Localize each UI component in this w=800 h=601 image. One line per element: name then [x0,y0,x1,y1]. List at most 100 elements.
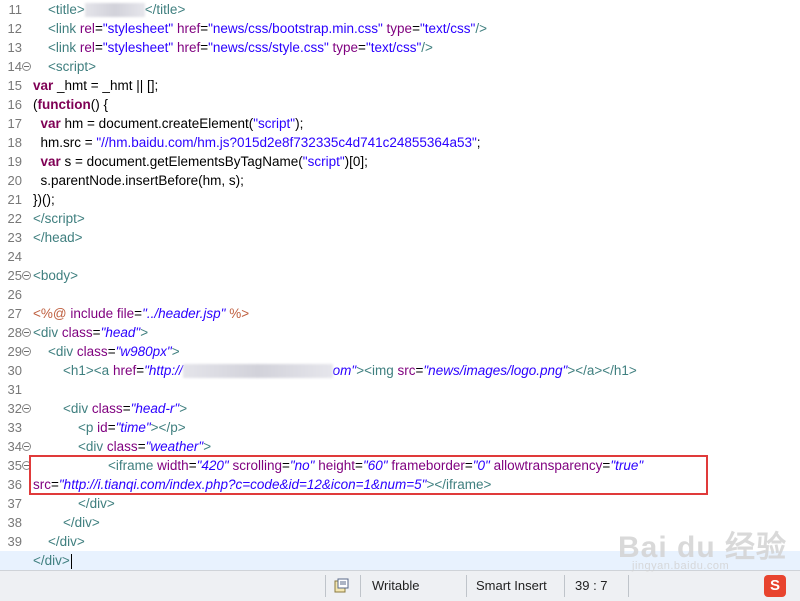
code-line[interactable]: 35 <iframe width="420" scrolling="no" he… [0,456,800,475]
code-text: <link rel="stylesheet" href="news/css/st… [48,40,433,55]
line-number: 33 [7,420,22,435]
code-line[interactable]: 34 <div class="weather"> [0,437,800,456]
code-line[interactable]: 32 <div class="head-r"> [0,399,800,418]
code-line[interactable]: 11 <title> </title> [0,0,800,19]
status-separator [564,575,565,597]
code-text: </head> [33,230,83,245]
code-text: <title> </title> [48,2,186,18]
code-text: var hm = document.createElement("script"… [40,116,304,131]
fold-toggle-icon[interactable] [22,442,31,451]
code-text: <div class="w980px"> [48,344,180,359]
line-number: 18 [7,135,22,150]
code-text: })(); [33,192,55,207]
line-number: 32 [7,401,22,416]
code-text: </div> [63,515,100,530]
file-status-icon [334,578,349,593]
code-text: </div> [48,534,85,549]
writable-status: Writable [372,578,420,593]
fold-toggle-icon[interactable] [22,271,31,280]
code-line[interactable]: 18 hm.src = "//hm.baidu.com/hm.js?015d2e… [0,133,800,152]
code-line[interactable]: 19 var s = document.getElementsByTagName… [0,152,800,171]
status-separator [325,575,326,597]
line-number: 21 [7,192,22,207]
code-line[interactable]: 36 src="http://i.tianqi.com/index.php?c=c… [0,475,800,494]
code-line[interactable]: </div> [0,551,800,570]
code-text: s.parentNode.insertBefore(hm, s); [33,173,244,188]
insert-mode-status: Smart Insert [476,578,547,593]
code-text: (function() { [33,97,109,112]
status-separator [628,575,629,597]
line-number: 26 [7,287,22,302]
cursor-position: 39 : 7 [575,578,608,593]
line-number: 11 [8,2,23,17]
code-text: <script> [48,59,97,74]
code-line[interactable]: 24 [0,247,800,266]
line-number: 37 [7,496,22,511]
line-number: 13 [7,40,22,55]
code-text: </script> [33,211,85,226]
line-number: 17 [7,116,22,131]
line-number: 20 [7,173,22,188]
code-text: hm.src = "//hm.baidu.com/hm.js?015d2e8f7… [33,135,481,150]
code-editor[interactable]: 11 <title> </title> 12 <link rel="styleshe… [0,0,800,570]
line-number: 14 [7,59,22,74]
code-text: <div class="head-r"> [63,401,188,416]
code-line[interactable]: 28 <div class="head"> [0,323,800,342]
status-bar: Writable Smart Insert 39 : 7 [0,570,800,601]
fold-toggle-icon[interactable] [22,328,31,337]
line-number: 38 [7,515,22,530]
code-line[interactable]: 29 <div class="w980px"> [0,342,800,361]
code-line[interactable]: 16 (function() { [0,95,800,114]
code-text: <div class="weather"> [78,439,212,454]
fold-toggle-icon[interactable] [22,404,31,413]
line-number: 12 [7,21,22,36]
code-text: <%@ include file="../header.jsp" %> [33,306,250,321]
code-text: var s = document.getElementsByTagName("s… [40,154,368,169]
line-number: 30 [7,363,22,378]
status-separator [360,575,361,597]
code-text: <body> [33,268,79,283]
code-text: </div> [33,553,72,569]
code-line[interactable]: 21 })(); [0,190,800,209]
code-line[interactable]: 38 </div> [0,513,800,532]
line-number: 29 [7,344,22,359]
line-number: 28 [7,325,22,340]
line-number: 31 [7,382,22,397]
code-line[interactable]: 39 </div> [0,532,800,551]
sogou-ime-icon[interactable]: S [764,575,786,597]
code-line[interactable]: 30 <h1><a href="http://om"><img src="new… [0,361,800,380]
code-line[interactable]: 37 </div> [0,494,800,513]
line-number: 15 [7,78,22,93]
line-number: 22 [7,211,22,226]
code-line[interactable]: 20 s.parentNode.insertBefore(hm, s); [0,171,800,190]
code-line[interactable]: 27 <%@ include file="../header.jsp" %> [0,304,800,323]
code-text: <p id="time"></p> [78,420,186,435]
line-number: 27 [7,306,22,321]
code-line[interactable]: 22 </script> [0,209,800,228]
code-line[interactable]: 23 </head> [0,228,800,247]
line-number: 35 [7,458,22,473]
code-line[interactable]: 17 var hm = document.createElement("scri… [0,114,800,133]
code-text: <iframe width="420" scrolling="no" heigh… [108,458,644,473]
line-number: 34 [7,439,22,454]
line-number: 16 [7,97,22,112]
code-text: <link rel="stylesheet" href="news/css/bo… [48,21,487,36]
code-text: src="http://i.tianqi.com/index.php?c=cod… [33,477,492,492]
code-line[interactable]: 26 [0,285,800,304]
code-line[interactable]: 14 <script> [0,57,800,76]
code-line[interactable]: 13 <link rel="stylesheet" href="news/css… [0,38,800,57]
code-text: var _hmt = _hmt || []; [33,78,159,93]
line-number: 23 [7,230,22,245]
fold-toggle-icon[interactable] [22,347,31,356]
code-text: <div class="head"> [33,325,149,340]
code-line[interactable]: 12 <link rel="stylesheet" href="news/css… [0,19,800,38]
fold-toggle-icon[interactable] [22,461,31,470]
code-text: <h1><a href="http://om"><img src="news/i… [63,363,637,379]
line-number: 25 [7,268,22,283]
code-line[interactable]: 25 <body> [0,266,800,285]
code-line[interactable]: 31 [0,380,800,399]
fold-toggle-icon[interactable] [22,62,31,71]
code-text: </div> [78,496,115,511]
code-line[interactable]: 15 var _hmt = _hmt || []; [0,76,800,95]
code-line[interactable]: 33 <p id="time"></p> [0,418,800,437]
